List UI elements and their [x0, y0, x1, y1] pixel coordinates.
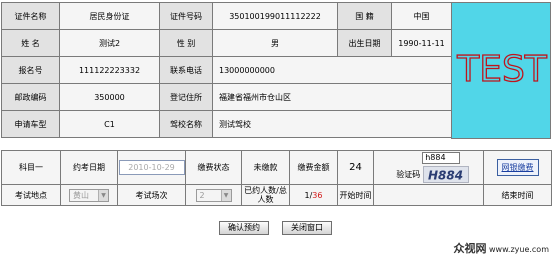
id-type-value: 居民身份证: [59, 2, 160, 30]
table-row: 报名号 111122223332 联系电话 13000000000: [1, 56, 452, 84]
driving-school-value: 测试驾校: [212, 110, 452, 138]
birth-date-value: 1990-11-11: [391, 29, 452, 57]
table-row: 考试地点 黄山 ▼ 考试场次 2 ▼ 已约人数/总人数 1/36 开始时间 结束时间: [1, 184, 552, 206]
birth-date-label: 出生日期: [337, 29, 392, 57]
vehicle-type-value: C1: [59, 110, 160, 138]
exam-place-cell: 黄山 ▼: [60, 184, 118, 206]
applicant-photo: TEST: [451, 2, 551, 139]
address-label: 登记住所: [159, 83, 213, 111]
chevron-down-icon: ▼: [98, 189, 108, 201]
captcha-image[interactable]: H884: [422, 166, 469, 183]
address-value: 福建省福州市仓山区: [212, 83, 452, 111]
site-footer: 众视网 www.zyue.com: [453, 240, 549, 256]
exam-session-selected: 2: [199, 190, 205, 200]
total-count: 36: [312, 190, 323, 200]
end-time-label: 结束时间: [483, 184, 552, 206]
booked-total-value: 1/36: [289, 184, 338, 206]
vehicle-type-label: 申请车型: [1, 110, 60, 138]
exam-place-select[interactable]: 黄山 ▼: [69, 188, 109, 202]
exam-place-selected: 黄山: [73, 190, 89, 200]
svg-text:TEST: TEST: [456, 49, 548, 90]
table-row: 邮政编码 350000 登记住所 福建省福州市仓山区: [1, 83, 452, 111]
registration-number-value: 111122223332: [59, 56, 160, 84]
postcode-value: 350000: [59, 83, 160, 111]
id-type-label: 证件名称: [1, 2, 60, 30]
table-row: 证件名称 居民身份证 证件号码 350100199011112222 国 籍 中…: [1, 2, 452, 30]
exam-session-label: 考试场次: [117, 184, 186, 206]
payment-amount-label: 缴费金额: [289, 150, 338, 185]
site-logo: 众视网: [453, 242, 487, 255]
exam-session-cell: 2 ▼: [185, 184, 242, 206]
postcode-label: 邮政编码: [1, 83, 60, 111]
chevron-down-icon: ▼: [220, 189, 231, 201]
payment-status-label: 缴费状态: [185, 150, 242, 185]
exam-date-label: 约考日期: [60, 150, 118, 185]
gender-label: 性 别: [159, 29, 213, 57]
table-row: 申请车型 C1 驾校名称 测试驾校: [1, 110, 452, 138]
registration-number-label: 报名号: [1, 56, 60, 84]
captcha-label: 验证码: [396, 170, 421, 179]
booked-total-label: 已约人数/总人数: [241, 184, 290, 206]
booking-form: 证件名称 居民身份证 证件号码 350100199011112222 国 籍 中…: [0, 0, 553, 260]
phone-label: 联系电话: [159, 56, 213, 84]
applicant-info-table: 证件名称 居民身份证 证件号码 350100199011112222 国 籍 中…: [1, 2, 452, 138]
close-window-button[interactable]: 关闭窗口: [282, 221, 332, 235]
captcha-input[interactable]: h884: [422, 152, 461, 164]
nationality-value: 中国: [391, 2, 452, 30]
id-number-label: 证件号码: [159, 2, 213, 30]
svg-text:H884: H884: [428, 169, 463, 183]
subject-value: 科目一: [1, 150, 61, 185]
exam-place-table: 考试地点 黄山 ▼ 考试场次 2 ▼ 已约人数/总人数 1/36 开始时间 结束时间: [1, 184, 552, 206]
name-value: 测试2: [59, 29, 160, 57]
pay-online-cell: 网银缴费: [483, 150, 552, 185]
payment-status-value: 未缴款: [241, 150, 290, 185]
captcha-cell: h884 验证码 H884: [373, 150, 484, 185]
id-number-value: 350100199011112222: [212, 2, 338, 30]
table-row: 科目一 约考日期 2010-10-29 缴费状态 未缴款 缴费金额 24 h88…: [1, 150, 552, 185]
exam-session-select[interactable]: 2 ▼: [195, 188, 232, 202]
exam-date-cell: 2010-10-29: [117, 150, 186, 185]
online-banking-pay-button[interactable]: 网银缴费: [496, 159, 539, 176]
photo-test-text: TEST: [456, 48, 549, 90]
start-time-label: 开始时间: [337, 184, 374, 206]
phone-value: 13000000000: [212, 56, 452, 84]
exam-date-input[interactable]: 2010-10-29: [118, 160, 185, 175]
gender-value: 男: [212, 29, 338, 57]
nationality-label: 国 籍: [337, 2, 392, 30]
driving-school-label: 驾校名称: [159, 110, 213, 138]
site-url: www.zyue.com: [489, 245, 549, 254]
exam-place-label: 考试地点: [1, 184, 61, 206]
start-time-value: [373, 184, 484, 206]
payment-amount-value: 24: [337, 150, 374, 185]
confirm-booking-button[interactable]: 确认预约: [219, 221, 269, 235]
name-label: 姓 名: [1, 29, 60, 57]
exam-booking-table: 科目一 约考日期 2010-10-29 缴费状态 未缴款 缴费金额 24 h88…: [1, 150, 552, 185]
table-row: 姓 名 测试2 性 别 男 出生日期 1990-11-11: [1, 29, 452, 57]
